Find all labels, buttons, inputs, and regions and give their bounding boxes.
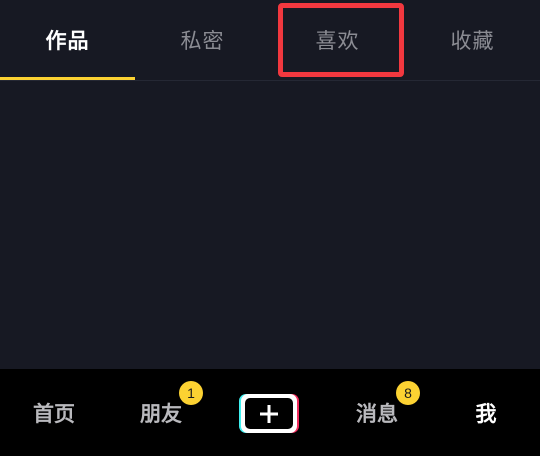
tab-works[interactable]: 作品 — [0, 0, 135, 80]
profile-screen: 作品 私密 喜欢 收藏 首页 朋友 1 消息 8 我 — [0, 0, 540, 456]
content-area — [0, 81, 540, 369]
tab-likes[interactable]: 喜欢 — [270, 0, 405, 80]
nav-me-label: 我 — [475, 401, 497, 426]
messages-badge: 8 — [396, 381, 420, 405]
nav-friends-label: 朋友 — [140, 401, 182, 426]
nav-home-label: 首页 — [33, 401, 75, 426]
create-button-inner — [245, 398, 293, 429]
nav-messages-label: 消息 — [356, 401, 398, 426]
tab-favorites-label: 收藏 — [450, 29, 495, 53]
tab-private[interactable]: 私密 — [135, 0, 270, 80]
nav-home[interactable]: 首页 — [18, 369, 90, 456]
tab-private-label: 私密 — [180, 29, 225, 53]
profile-tab-bar: 作品 私密 喜欢 收藏 — [0, 0, 540, 81]
tab-works-label: 作品 — [45, 29, 90, 53]
active-tab-indicator — [0, 77, 135, 80]
friends-badge: 1 — [179, 381, 203, 405]
tab-favorites[interactable]: 收藏 — [405, 0, 540, 80]
nav-me[interactable]: 我 — [450, 369, 522, 456]
tab-likes-label: 喜欢 — [315, 29, 360, 53]
create-button[interactable] — [239, 394, 299, 433]
plus-icon — [260, 404, 278, 423]
